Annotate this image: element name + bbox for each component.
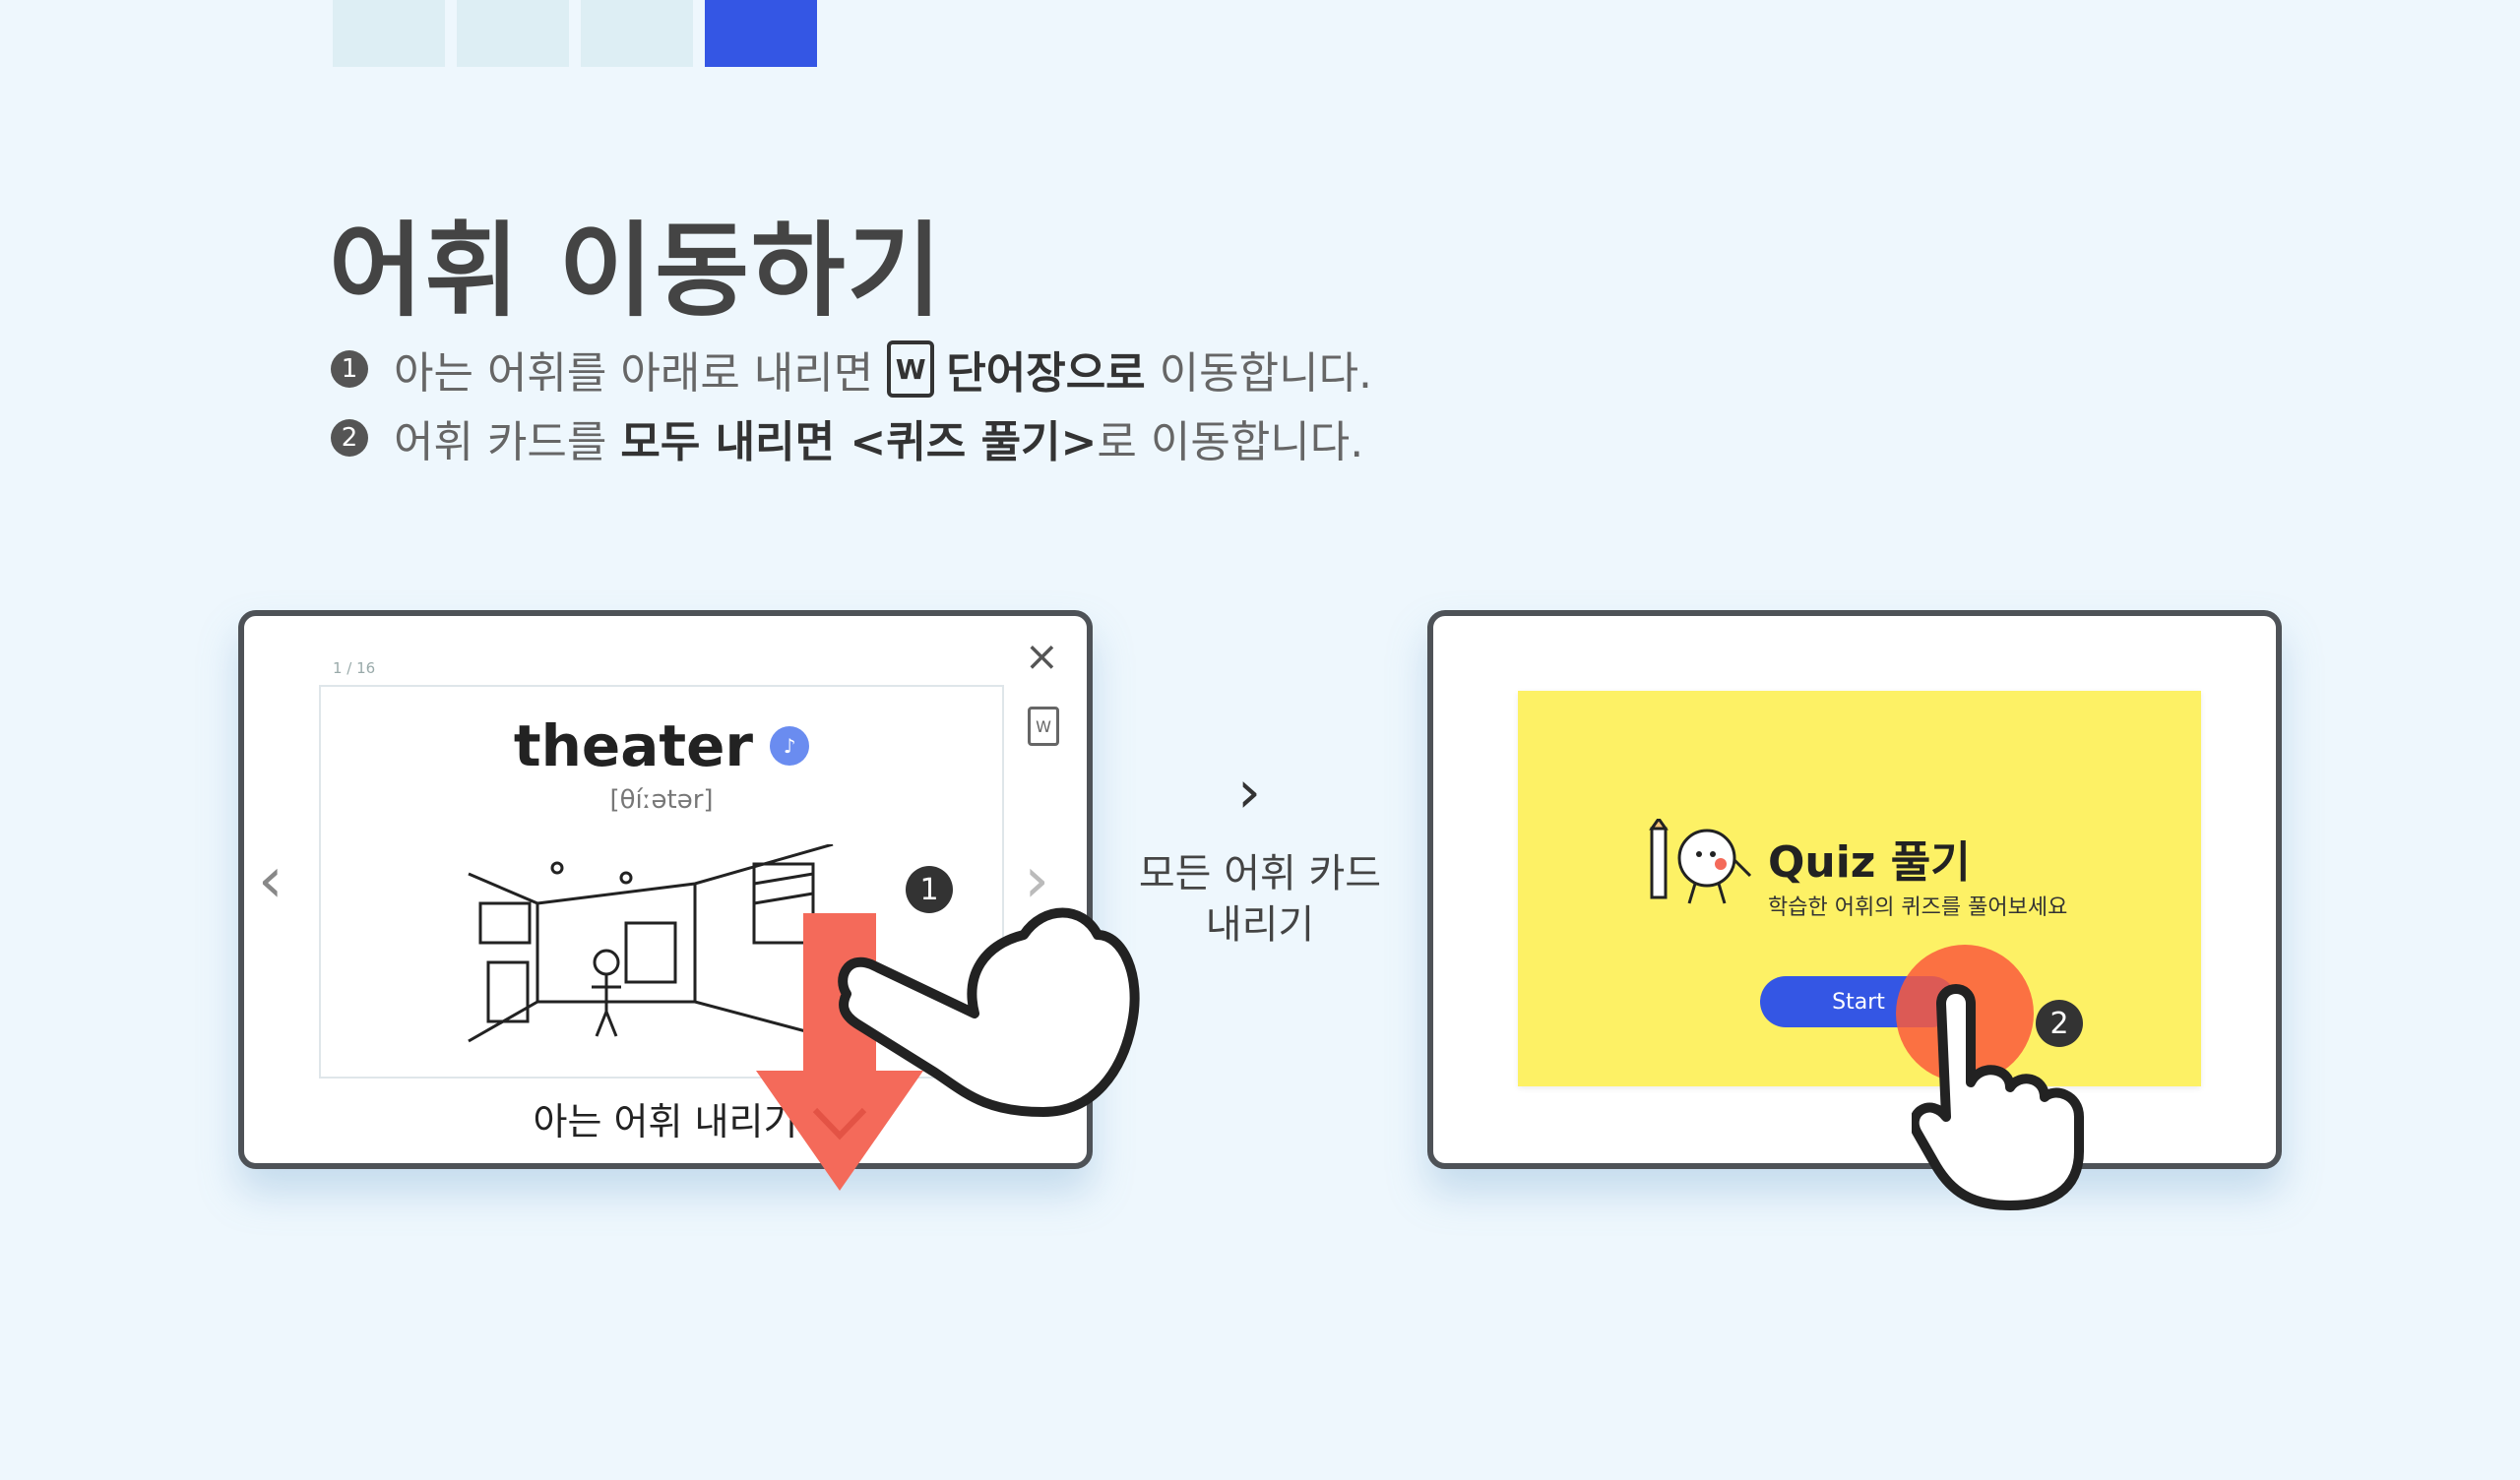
wordbook-icon: W [887, 340, 935, 398]
word-row: theater ♪ [321, 712, 1002, 779]
quiz-card: Quiz 풀기 학습한 어휘의 퀴즈를 풀어보세요 Start [1518, 691, 2201, 1086]
page-title: 어휘 이동하기 [329, 211, 944, 331]
number-badge: 1 [331, 350, 368, 388]
quiz-screen: Quiz 풀기 학습한 어휘의 퀴즈를 풀어보세요 Start [1427, 610, 2282, 1169]
tutorial-page: 어휘 이동하기 1 아는 어휘를 아래로 내리면 W 단어장으로 이동합니다. … [0, 0, 2520, 1480]
instruction-bold: 모두 내리면 <퀴즈 풀기> [620, 417, 1098, 467]
instruction-text: 어휘 카드를 [394, 417, 607, 467]
quiz-title: Quiz 풀기 [1768, 837, 1971, 888]
progress-step-3 [581, 0, 693, 67]
progress-step-4 [705, 0, 817, 67]
number-badge: 2 [331, 419, 368, 457]
close-icon[interactable]: × [1025, 632, 1059, 680]
pronunciation: [θíːətər] [609, 785, 714, 815]
progress-steps [333, 0, 817, 67]
wordbook-button[interactable]: W [1028, 707, 1059, 746]
speaker-icon[interactable]: ♪ [770, 726, 810, 766]
card-counter: 1 / 16 [333, 659, 376, 677]
vocab-word: theater [513, 712, 754, 779]
instruction-text: 로 이동합니다. [1097, 417, 1364, 467]
step-badge: 2 [2036, 1000, 2083, 1047]
step-badge: 1 [906, 866, 953, 913]
chevron-right-icon: › [1237, 758, 1261, 827]
pointing-hand-icon [838, 907, 1140, 1117]
instruction-2: 2 어휘 카드를 모두 내리면 <퀴즈 풀기> 로 이동합니다. [331, 403, 1372, 472]
mascot-icon [1649, 819, 1752, 904]
step-label-line: 내리기 [1205, 902, 1315, 948]
progress-step-1 [333, 0, 445, 67]
step-label-line: 모든 어휘 카드 [1138, 851, 1382, 896]
quiz-subtitle: 학습한 어휘의 퀴즈를 풀어보세요 [1768, 895, 2068, 920]
instruction-1: 1 아는 어휘를 아래로 내리면 W 단어장으로 이동합니다. [331, 335, 1372, 403]
chevron-left-icon[interactable]: ‹ [258, 844, 284, 917]
instruction-bold: 단어장으로 [946, 348, 1146, 399]
progress-step-2 [457, 0, 569, 67]
instruction-text: 이동합니다. [1159, 348, 1373, 399]
instruction-text: 아는 어휘를 아래로 내리면 [394, 348, 874, 399]
instructions: 1 아는 어휘를 아래로 내리면 W 단어장으로 이동합니다. 2 어휘 카드를… [331, 335, 1372, 472]
step-label: 모든 어휘 카드 내리기 [1122, 848, 1398, 951]
